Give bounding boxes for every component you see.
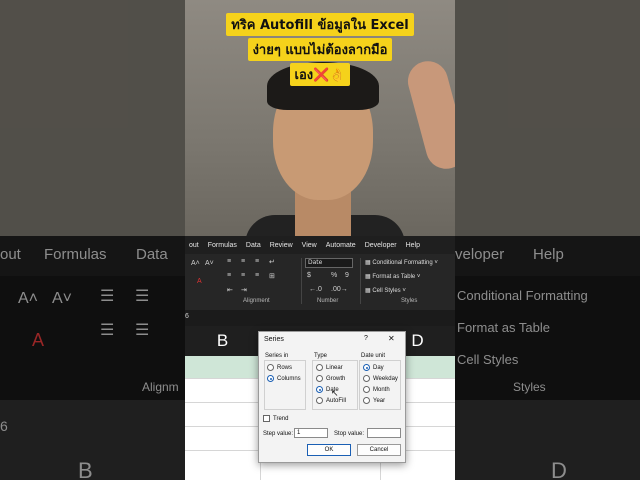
format-as-table-label: Format as Table (372, 274, 416, 280)
trend-checkbox[interactable]: Trend (263, 415, 288, 422)
close-icon[interactable]: ✕ (388, 334, 395, 343)
column-header-d-label: D (411, 331, 424, 350)
row-number: 6 (185, 313, 189, 320)
type-linear-radio[interactable]: Linear (316, 364, 343, 371)
dialog-title: Series (264, 336, 284, 343)
step-value-label: Step value: (263, 431, 294, 437)
columns-radio-label: Columns (277, 375, 301, 382)
ribbon-tab-bar: out Formulas Data Review View Automate D… (185, 236, 455, 254)
number-format-value: Date (308, 259, 323, 266)
currency-icon[interactable]: $ (307, 272, 311, 279)
right-blurred-background: veloper Help Conditional Formatting Form… (455, 0, 640, 480)
percent-icon[interactable]: % (331, 272, 337, 279)
tab-review[interactable]: Review (270, 242, 293, 249)
series-dialog: Series ? ✕ Series in Rows Columns Type L… (258, 331, 406, 463)
video-caption: ทริค Autofill ข้อมูลใน Excel ง่ายๆ แบบไม… (221, 12, 419, 87)
month-radio-icon (363, 386, 370, 393)
align-bottom-icon[interactable]: ≡ (255, 258, 259, 265)
linear-radio-icon (316, 364, 323, 371)
merge-icon[interactable]: ⊞ (269, 272, 275, 280)
ok-button[interactable]: OK (307, 444, 351, 456)
tab-data[interactable]: Data (246, 242, 261, 249)
wrap-text-icon[interactable]: ↵ (269, 258, 275, 266)
date-unit-year-radio[interactable]: Year (363, 397, 385, 404)
comma-style-icon[interactable]: 9 (345, 272, 349, 279)
rows-radio-label: Rows (277, 364, 293, 371)
rows-radio-icon (267, 364, 274, 371)
font-color-icon[interactable]: A (197, 278, 202, 285)
caption-line-2: ง่ายๆ แบบไม่ต้องลากมือ (247, 38, 393, 61)
align-right-icon[interactable]: ≡ (255, 272, 259, 279)
type-growth-radio[interactable]: Growth (316, 375, 345, 382)
date-unit-weekday-radio[interactable]: Weekday (363, 375, 398, 382)
group-label-alignment: Alignment (243, 298, 270, 304)
tab-automate[interactable]: Automate (326, 242, 356, 249)
growth-radio-label: Growth (326, 375, 346, 382)
step-value-input[interactable]: 1 (294, 428, 328, 438)
growth-radio-icon (316, 375, 323, 382)
weekday-radio-label: Weekday (373, 375, 398, 382)
align-middle-icon[interactable]: ≡ (241, 258, 245, 265)
number-format-dropdown[interactable]: Date (305, 258, 353, 268)
date-unit-label: Date unit (361, 353, 386, 359)
right-dim-overlay (455, 0, 640, 480)
left-blurred-background: out Formulas Data A˄ A˅ A ☰ ☰ ☰ ☰ Alignm… (0, 0, 185, 480)
stop-value-label: Stop value: (334, 431, 365, 437)
decrease-decimal-icon[interactable]: .00→ (331, 286, 348, 293)
group-label-styles: Styles (401, 298, 418, 304)
day-radio-label: Day (373, 364, 384, 371)
stop-value-input[interactable] (367, 428, 401, 438)
trend-checkbox-box (263, 415, 270, 422)
group-label-number: Number (317, 298, 339, 304)
conditional-formatting-button[interactable]: ▦ Conditional Formatting ˅ (365, 259, 438, 266)
tab-help[interactable]: Help (406, 242, 420, 249)
columns-radio-icon (267, 375, 274, 382)
cell-styles-label: Cell Styles (372, 288, 401, 294)
month-radio-label: Month (373, 386, 390, 393)
date-unit-day-radio[interactable]: Day (363, 364, 384, 371)
conditional-formatting-label: Conditional Formatting (372, 260, 433, 266)
caption-line-1: ทริค Autofill ข้อมูลใน Excel (226, 13, 414, 36)
day-radio-icon (363, 364, 370, 371)
cancel-button[interactable]: Cancel (357, 444, 401, 456)
ribbon-separator (360, 258, 361, 304)
indent-increase-icon[interactable]: ⇥ (241, 286, 247, 294)
caption-line-3: เอง❌👌 (289, 63, 351, 86)
align-top-icon[interactable]: ≡ (227, 258, 231, 265)
series-in-label: Series in (265, 353, 289, 359)
column-header-b[interactable]: B (185, 326, 260, 356)
series-in-columns-radio[interactable]: Columns (267, 375, 301, 382)
presenter-video: ทริค Autofill ข้อมูลใน Excel ง่ายๆ แบบไม… (185, 0, 455, 245)
autofill-radio-icon (316, 397, 323, 404)
cell-styles-button[interactable]: ▦ Cell Styles ˅ (365, 287, 406, 294)
year-radio-label: Year (373, 397, 386, 404)
align-center-icon[interactable]: ≡ (241, 272, 245, 279)
mouse-cursor-icon: ↖ (331, 388, 339, 398)
weekday-radio-icon (363, 375, 370, 382)
trend-label: Trend (273, 415, 289, 422)
ribbon-body: A˄ A˅ A ≡ ≡ ≡ ≡ ≡ ≡ ⇤ ⇥ ↵ ⊞ Alignment Da… (185, 254, 455, 310)
formula-bar[interactable]: 6 (185, 310, 455, 327)
font-grow-icon[interactable]: A˄ (191, 260, 200, 267)
column-header-b-label: B (216, 331, 229, 350)
tab-developer[interactable]: Developer (365, 242, 397, 249)
align-left-icon[interactable]: ≡ (227, 272, 231, 279)
indent-decrease-icon[interactable]: ⇤ (227, 286, 233, 294)
left-dim-overlay (0, 0, 185, 480)
format-as-table-button[interactable]: ▦ Format as Table ˅ (365, 273, 420, 280)
ribbon-separator (301, 258, 302, 304)
date-unit-month-radio[interactable]: Month (363, 386, 390, 393)
linear-radio-label: Linear (326, 364, 343, 371)
tab-formulas[interactable]: Formulas (208, 242, 237, 249)
type-label: Type (314, 353, 328, 359)
date-radio-icon (316, 386, 323, 393)
help-icon[interactable]: ? (364, 335, 368, 342)
font-shrink-icon[interactable]: A˅ (205, 260, 214, 267)
tab-view[interactable]: View (302, 242, 317, 249)
series-in-rows-radio[interactable]: Rows (267, 364, 292, 371)
tab-page-layout[interactable]: out (189, 242, 199, 249)
year-radio-icon (363, 397, 370, 404)
increase-decimal-icon[interactable]: ←.0 (309, 286, 322, 293)
